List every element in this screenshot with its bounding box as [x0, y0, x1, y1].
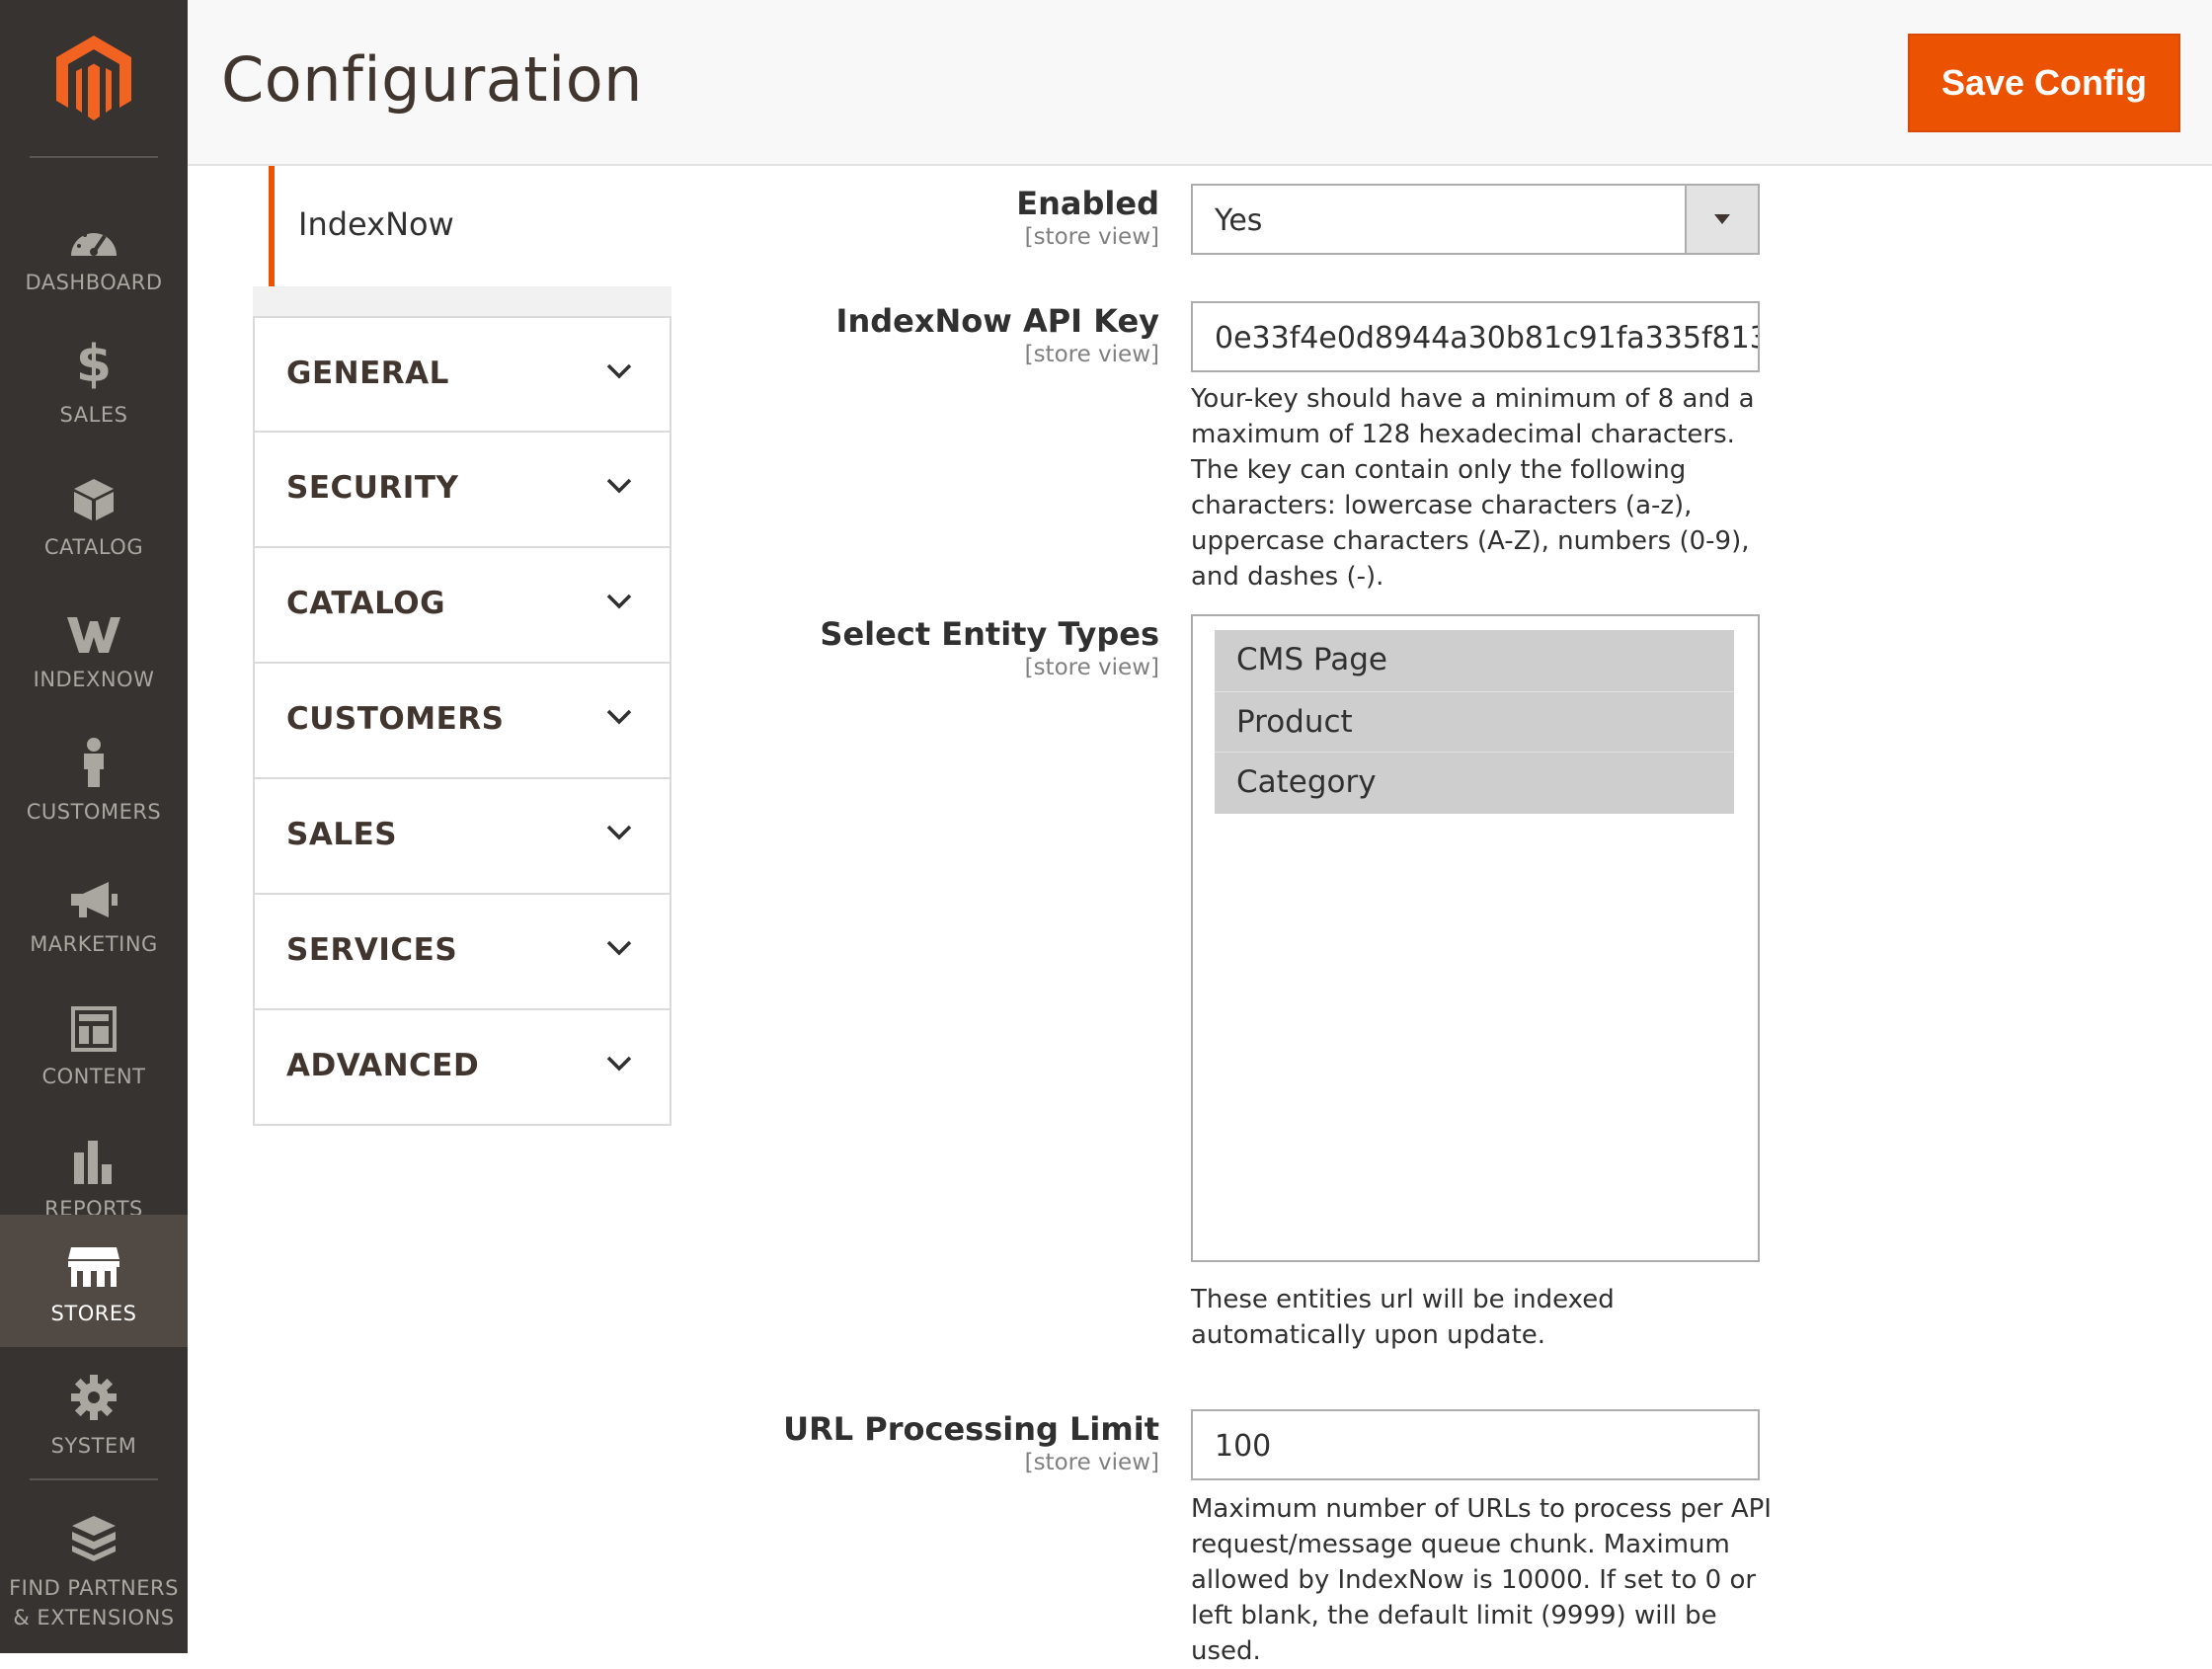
bar-chart-icon [72, 1129, 116, 1184]
select-value: Yes [1215, 203, 1263, 238]
api-key-note: Your-key should have a minimum of 8 and … [1191, 384, 1755, 592]
url-limit-label: URL Processing Limit [store view] [646, 1409, 1159, 1476]
menu-label: MARKETING [30, 932, 158, 956]
menu-item-stores[interactable]: STORES [0, 1215, 188, 1347]
megaphone-icon [69, 864, 118, 919]
person-icon [79, 732, 109, 787]
page-title: Configuration [221, 43, 643, 116]
scope-label: [store view] [1024, 342, 1159, 367]
chevron-down-icon [606, 478, 632, 494]
tab-group-sales[interactable]: SALES [253, 779, 672, 895]
enabled-select[interactable]: Yes [1191, 184, 1760, 255]
option-product[interactable]: Product [1215, 691, 1734, 753]
menu-item-sales[interactable]: $ SALES [0, 316, 188, 448]
menu-item-content[interactable]: CONTENT [0, 978, 188, 1110]
menu-label: FIND PARTNERS & EXTENSIONS [9, 1576, 179, 1629]
save-config-button[interactable]: Save Config [1908, 34, 2180, 132]
tab-group-catalog[interactable]: CATALOG [253, 548, 672, 664]
scope-label: [store view] [1024, 224, 1159, 250]
tab-group-label: SECURITY [286, 470, 459, 506]
tab-group-label: SALES [286, 817, 398, 852]
field-label: URL Processing Limit [783, 1410, 1159, 1448]
dropdown-arrow-icon[interactable] [1685, 186, 1758, 253]
tab-group-label: SERVICES [286, 932, 458, 968]
tab-group-general[interactable]: GENERAL [253, 316, 672, 433]
menu-item-indexnow[interactable]: INDEXNOW [0, 581, 188, 713]
dashboard-icon [69, 202, 118, 258]
indexnow-icon [65, 599, 122, 655]
entity-types-note: These entities url will be indexed autom… [1191, 1285, 1615, 1350]
field-label: IndexNow API Key [835, 302, 1159, 340]
layout-icon [71, 996, 117, 1052]
menu-label: CUSTOMERS [26, 800, 162, 824]
dollar-icon: $ [75, 335, 113, 394]
menu-item-find-partners[interactable]: FIND PARTNERS & EXTENSIONS [0, 1487, 188, 1653]
chevron-down-icon [606, 940, 632, 956]
tab-indexnow[interactable]: IndexNow [269, 166, 672, 286]
storefront-icon [67, 1233, 120, 1289]
menu-label: SALES [59, 403, 128, 427]
chevron-down-icon [606, 709, 632, 725]
scope-label: [store view] [1024, 1450, 1159, 1475]
menu-item-catalog[interactable]: CATALOG [0, 448, 188, 581]
tab-label: IndexNow [298, 205, 454, 243]
menu-item-dashboard[interactable]: DASHBOARD [0, 184, 188, 316]
menu-label: DASHBOARD [25, 271, 163, 294]
enabled-label: Enabled [store view] [646, 184, 1159, 251]
tab-group-label: CATALOG [286, 586, 446, 621]
admin-menu: DASHBOARD $ SALES CATALOG INDEXNOW CUSTO… [0, 0, 188, 1653]
option-category[interactable]: Category [1215, 753, 1734, 814]
chevron-down-icon [606, 363, 632, 379]
blocks-icon [68, 1508, 119, 1563]
url-limit-note: Maximum number of URLs to process per AP… [1191, 1494, 1772, 1666]
chevron-down-icon [606, 1056, 632, 1072]
tab-group-label: GENERAL [286, 356, 449, 391]
field-label: Enabled [1016, 185, 1159, 222]
menu-item-customers[interactable]: CUSTOMERS [0, 713, 188, 845]
chevron-down-icon [606, 825, 632, 840]
menu-divider [30, 1478, 158, 1480]
tab-group-customers[interactable]: CUSTOMERS [253, 664, 672, 779]
menu-item-system[interactable]: SYSTEM [0, 1347, 188, 1479]
scope-label: [store view] [1024, 655, 1159, 680]
tab-group-advanced[interactable]: ADVANCED [253, 1010, 672, 1126]
menu-item-marketing[interactable]: MARKETING [0, 845, 188, 978]
menu-label: CONTENT [41, 1065, 146, 1088]
input-value: 0e33f4e0d8944a30b81c91fa335f8136 [1215, 321, 1760, 356]
page-header: Configuration Save Config [188, 0, 2212, 166]
entity-types-label: Select Entity Types [store view] [646, 614, 1159, 681]
input-value: 100 [1215, 1429, 1272, 1464]
magento-logo-icon[interactable] [0, 0, 188, 158]
menu-label: INDEXNOW [33, 668, 155, 691]
menu-label: CATALOG [43, 535, 144, 559]
tab-group-services[interactable]: SERVICES [253, 895, 672, 1010]
url-limit-input[interactable]: 100 [1191, 1409, 1760, 1480]
tab-group-label: CUSTOMERS [286, 701, 505, 737]
field-label: Select Entity Types [820, 615, 1159, 653]
menu-label: STORES [50, 1302, 137, 1325]
tab-shelf [253, 286, 672, 316]
gear-icon [70, 1366, 118, 1421]
box-icon [72, 467, 116, 522]
option-cms-page[interactable]: CMS Page [1215, 630, 1734, 691]
chevron-down-icon [606, 594, 632, 609]
tab-group-security[interactable]: SECURITY [253, 433, 672, 548]
menu-divider [30, 156, 158, 158]
tab-group-label: ADVANCED [286, 1048, 480, 1083]
menu-label: SYSTEM [50, 1434, 137, 1458]
entity-types-multiselect[interactable]: CMS Page Product Category [1191, 614, 1760, 1262]
api-key-label: IndexNow API Key [store view] [646, 301, 1159, 368]
api-key-input[interactable]: 0e33f4e0d8944a30b81c91fa335f8136 [1191, 301, 1760, 372]
